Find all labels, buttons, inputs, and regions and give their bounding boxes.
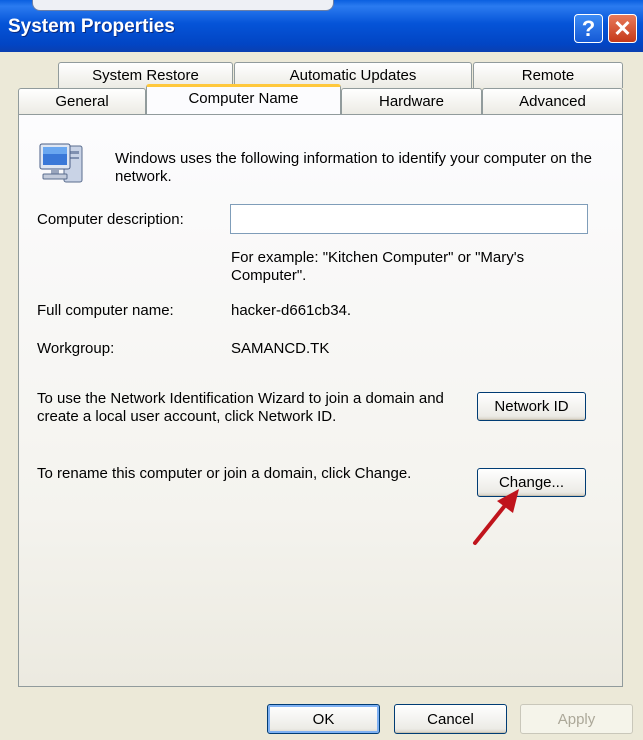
network-id-description: To use the Network Identification Wizard… bbox=[37, 390, 444, 425]
description-example-text: For example: "Kitchen Computer" or "Mary… bbox=[231, 249, 525, 284]
tab-hardware[interactable]: Hardware bbox=[341, 88, 482, 114]
close-icon: ✕ bbox=[613, 16, 632, 41]
apply-button[interactable]: Apply bbox=[520, 704, 633, 734]
computer-icon bbox=[39, 143, 83, 183]
ok-button[interactable]: OK bbox=[267, 704, 380, 734]
workgroup-value: SAMANCD.TK bbox=[231, 340, 330, 357]
close-button[interactable]: ✕ bbox=[608, 14, 637, 43]
computer-name-panel: Windows uses the following information t… bbox=[18, 114, 623, 687]
intro-text: Windows uses the following information t… bbox=[115, 150, 592, 185]
full-computer-name-label: Full computer name: bbox=[37, 302, 174, 319]
computer-description-label: Computer description: bbox=[37, 211, 184, 228]
tab-general[interactable]: General bbox=[18, 88, 146, 114]
cancel-button[interactable]: Cancel bbox=[394, 704, 507, 734]
help-button[interactable]: ? bbox=[574, 14, 603, 43]
window-title: System Properties bbox=[8, 16, 175, 37]
tab-remote[interactable]: Remote bbox=[473, 62, 623, 88]
workgroup-label: Workgroup: bbox=[37, 340, 115, 357]
title-bar[interactable]: System Properties ? ✕ bbox=[0, 0, 643, 52]
full-computer-name-value: hacker-d661cb34. bbox=[231, 302, 352, 319]
tab-advanced[interactable]: Advanced bbox=[482, 88, 623, 114]
title-bar-overlay-tab bbox=[32, 0, 334, 11]
rename-description: To rename this computer or join a domain… bbox=[37, 465, 412, 482]
network-id-button[interactable]: Network ID bbox=[477, 392, 586, 421]
computer-description-input[interactable] bbox=[230, 204, 588, 234]
tab-computer-name[interactable]: Computer Name bbox=[146, 84, 341, 114]
red-arrow-annotation bbox=[473, 489, 519, 545]
